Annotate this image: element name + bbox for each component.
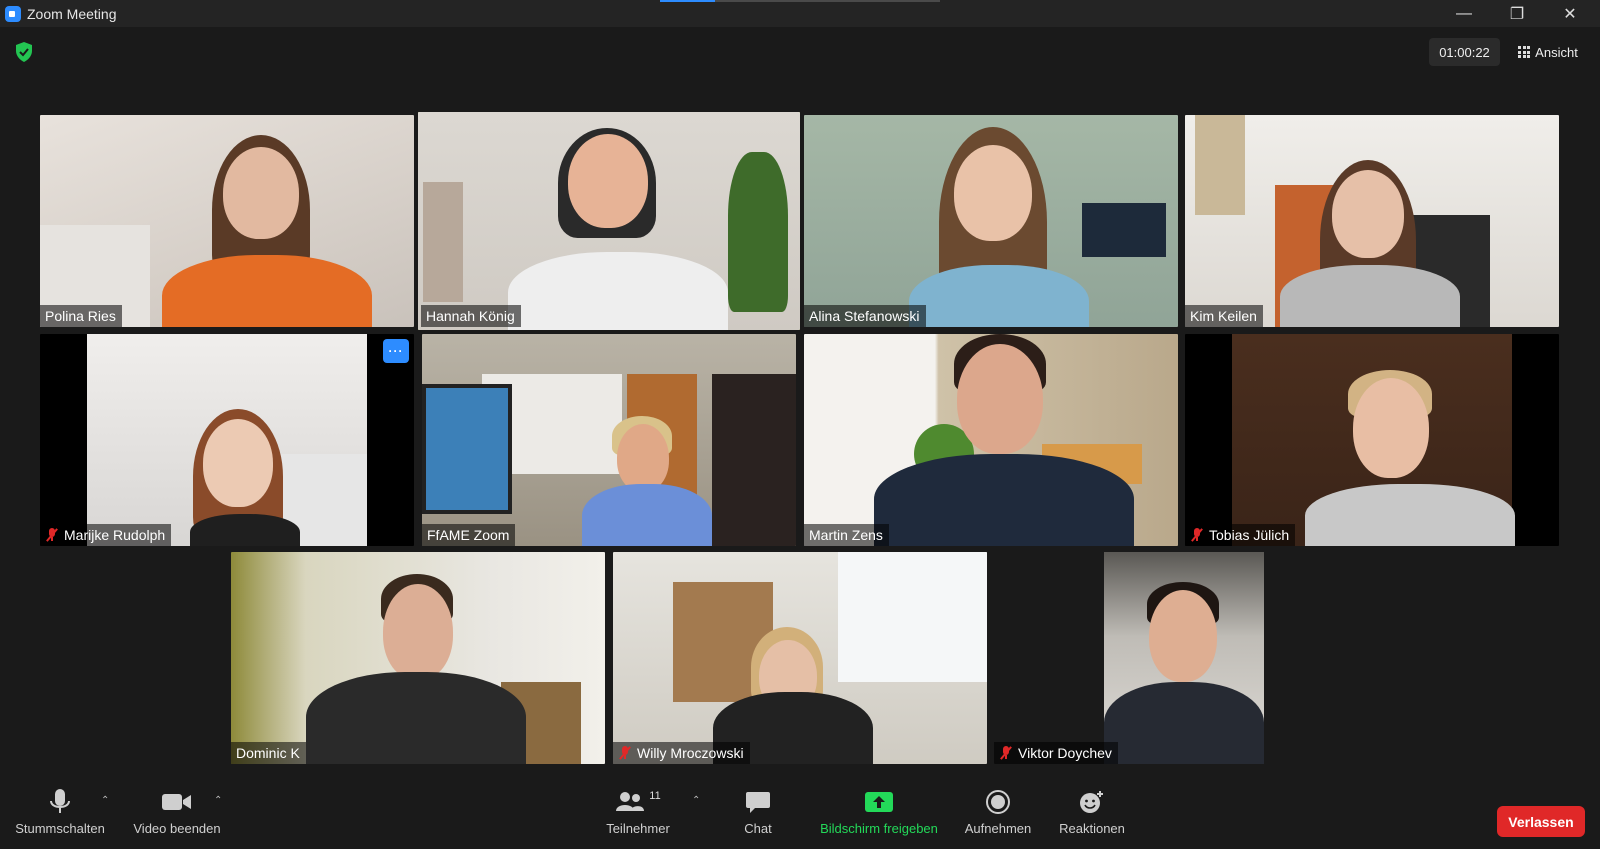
stop-video-label: Video beenden [133,821,221,836]
restore-icon[interactable]: ❐ [1493,0,1541,27]
video-tile-marijke-rudolph[interactable]: ··· Marijke Rudolph [40,334,414,546]
mute-label: Stummschalten [15,821,105,836]
share-screen-label: Bildschirm freigeben [820,821,938,836]
video-options-caret-icon[interactable]: ⌃ [214,795,222,806]
participant-name: Alina Stefanowski [804,305,926,327]
participant-name: Kim Keilen [1185,305,1263,327]
video-tile-polina-ries[interactable]: Polina Ries [40,115,414,327]
muted-mic-icon [618,746,632,760]
close-icon[interactable]: ✕ [1546,0,1594,27]
share-screen-button[interactable]: Bildschirm freigeben [812,785,946,849]
muted-mic-icon [45,528,59,542]
audio-options-caret-icon[interactable]: ⌃ [101,795,109,806]
video-tile-hannah-koenig[interactable]: Hannah König [418,112,800,330]
chat-label: Chat [744,821,772,836]
leave-meeting-button[interactable]: Verlassen [1497,806,1585,837]
participant-name: Polina Ries [40,305,122,327]
reactions-label: Reaktionen [1059,821,1125,836]
video-camera-icon [162,794,191,810]
mute-button[interactable]: Stummschalten [10,785,110,849]
smiley-reaction-icon [1080,791,1103,813]
participants-options-caret-icon[interactable]: ⌃ [692,795,700,806]
video-tile-kim-keilen[interactable]: Kim Keilen [1185,115,1559,327]
participants-label: Teilnehmer [606,821,670,836]
record-icon [986,790,1010,814]
participants-count: 11 [649,790,661,802]
microphone-icon [50,789,70,813]
zoom-app-icon [5,5,21,22]
security-shield-icon[interactable] [14,41,34,63]
meeting-timer: 01:00:22 [1429,38,1500,66]
participant-name: FfAME Zoom [422,524,516,546]
window-title: Zoom Meeting [27,5,117,22]
window-tab-indicator [660,0,940,2]
participant-name: Willy Mroczowski [613,742,750,764]
video-tile-alina-stefanowski[interactable]: Alina Stefanowski [804,115,1178,327]
record-label: Aufnehmen [964,821,1032,836]
view-button[interactable]: Ansicht [1508,38,1588,66]
meeting-toolbar: Stummschalten ⌃ Video beenden ⌃ 11 Teiln… [0,785,1600,849]
participant-name: Marijke Rudolph [40,524,172,546]
view-label: Ansicht [1535,44,1578,60]
video-tile-viktor-doychev[interactable]: Viktor Doychev [994,552,1368,764]
video-tile-martin-zens[interactable]: Martin Zens [804,334,1178,546]
muted-mic-icon [999,746,1013,760]
window-titlebar: Zoom Meeting — ❐ ✕ [0,0,1600,27]
participant-name: Martin Zens [804,524,889,546]
participant-more-options-button[interactable]: ··· [383,339,409,363]
minimize-icon[interactable]: — [1440,0,1488,27]
participants-button[interactable]: 11 Teilnehmer [596,785,680,849]
participant-name: Dominic K [231,742,306,764]
video-tile-ffame-zoom[interactable]: FfAME Zoom [422,334,796,546]
reactions-button[interactable]: Reaktionen [1052,785,1132,849]
record-button[interactable]: Aufnehmen [958,785,1038,849]
video-tile-tobias-juelich[interactable]: Tobias Jülich [1185,334,1559,546]
stop-video-button[interactable]: Video beenden [126,785,228,849]
grid-view-icon [1518,46,1531,58]
participants-icon [616,792,645,811]
participant-name: Viktor Doychev [994,742,1118,764]
muted-mic-icon [1190,528,1204,542]
participant-name: Hannah König [421,305,521,327]
chat-bubble-icon [746,792,770,813]
chat-button[interactable]: Chat [726,785,790,849]
share-screen-icon [865,792,893,812]
video-tile-dominic-k[interactable]: Dominic K [231,552,605,764]
video-tile-willy-mroczowski[interactable]: Willy Mroczowski [613,552,987,764]
participant-name: Tobias Jülich [1185,524,1296,546]
